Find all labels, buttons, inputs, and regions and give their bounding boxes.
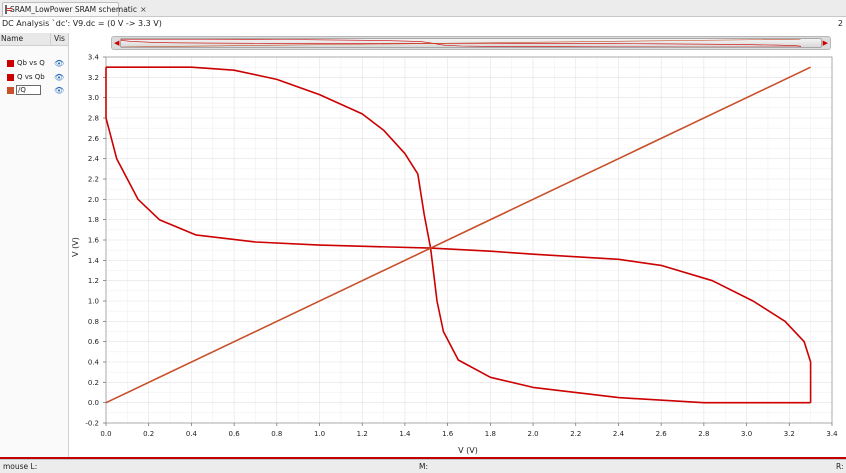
y-tick-label: 0.6 (88, 338, 100, 346)
x-tick-label: 2.6 (656, 430, 668, 438)
x-tick-label: 1.0 (314, 430, 325, 438)
status-mouse-middle: M: (419, 462, 428, 471)
x-tick-label: 1.4 (399, 430, 411, 438)
x-tick-label: 2.4 (613, 430, 625, 438)
y-tick-label: 2.8 (88, 115, 99, 123)
y-tick-label: 1.0 (88, 298, 99, 306)
y-tick-label: 0.0 (88, 399, 99, 407)
y-tick-label: 0.4 (88, 359, 100, 367)
status-mouse-left: mouse L: (3, 462, 38, 471)
y-tick-label: 1.2 (88, 277, 99, 285)
y-tick-label: 0.8 (88, 318, 99, 326)
series-line-3 (105, 66, 811, 404)
x-tick-label: 2.2 (570, 430, 581, 438)
y-tick-label: 2.2 (88, 176, 99, 184)
status-mouse-right: R: (836, 462, 844, 471)
x-tick-label: 3.2 (784, 430, 795, 438)
x-tick-label: 0.0 (100, 430, 111, 438)
x-tick-label: 1.8 (485, 430, 496, 438)
y-tick-label: 2.0 (88, 196, 99, 204)
x-tick-label: 1.2 (357, 430, 368, 438)
status-bar: mouse L: M: R: (0, 459, 846, 473)
x-tick-label: 0.2 (143, 430, 154, 438)
y-tick-label: 1.6 (88, 237, 100, 245)
y-axis-label: V (V) (71, 237, 80, 257)
y-tick-label: 3.2 (88, 74, 99, 82)
y-tick-label: 2.4 (88, 155, 100, 163)
x-tick-label: 0.4 (186, 430, 198, 438)
x-tick-label: 1.6 (442, 430, 454, 438)
grid (105, 56, 833, 424)
x-axis-label: V (V) (458, 446, 478, 455)
x-tick-label: 0.8 (271, 430, 282, 438)
y-tick-label: 1.4 (88, 257, 100, 265)
y-tick-label: 2.6 (88, 135, 100, 143)
series-layer (105, 66, 812, 404)
y-tick-label: 3.0 (88, 94, 99, 102)
x-tick-label: 3.0 (741, 430, 752, 438)
y-tick-label: 1.8 (88, 216, 99, 224)
x-tick-label: 3.4 (826, 430, 838, 438)
plot-area[interactable]: 0.0 0.2 0.4 0.6 0.8 1.0 1.2 1.4 1.6 1.8 2.0 2.2 2.4 2… (0, 0, 846, 473)
x-tick-label: 2.0 (527, 430, 538, 438)
x-tick-label: 0.6 (229, 430, 241, 438)
y-tick-label: -0.2 (85, 420, 99, 428)
x-tick-label: 2.8 (698, 430, 709, 438)
y-tick-label: 0.2 (88, 379, 99, 387)
y-tick-label: 3.4 (88, 54, 100, 62)
